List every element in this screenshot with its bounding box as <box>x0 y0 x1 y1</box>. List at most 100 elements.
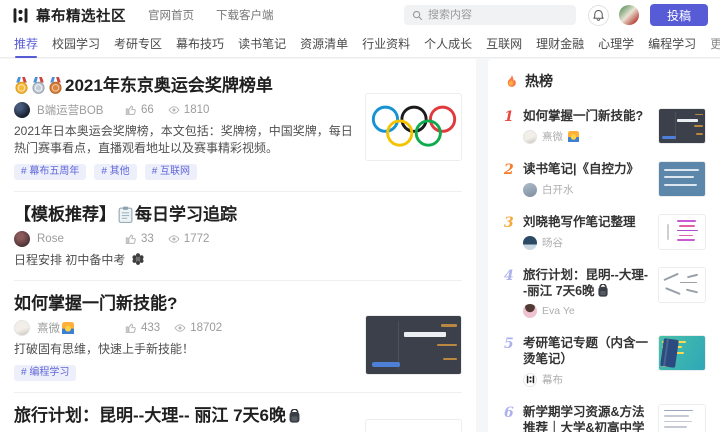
post-olympic-medals: 2021年东京奥运会奖牌榜单 B端运营BOB 66 1810 2021年日本奥运… <box>14 59 462 192</box>
rank-badge: 4 <box>504 268 514 284</box>
dark-app-screenshot <box>366 316 461 374</box>
author-avatar-mubu-logo <box>523 372 537 387</box>
search-input[interactable] <box>428 9 568 21</box>
tab-personal-growth[interactable]: 个人成长 <box>424 30 472 58</box>
link-download-client[interactable]: 下载客户端 <box>216 7 274 23</box>
view-count: 18702 <box>174 322 222 334</box>
post-daily-study-tracker: 【模板推荐】 每日学习追踪 Rose 33 1772 日程安排 初中备中考 <box>14 192 462 281</box>
tab-programming[interactable]: 编程学习 <box>648 30 696 58</box>
views-icon <box>168 234 180 243</box>
tab-mubu-tips[interactable]: 幕布技巧 <box>176 30 224 58</box>
view-count: 1772 <box>168 233 209 245</box>
hot-list-title: 热榜 <box>525 73 553 89</box>
post-travel-plan: 旅行计划：昆明--大理-- 丽江 7天6晚 <box>14 393 462 432</box>
hot-item-title: 读书笔记|《自控力》 <box>523 162 639 176</box>
tab-reading-notes[interactable]: 读书笔记 <box>238 30 286 58</box>
post-meta: Rose 33 1772 <box>14 230 462 247</box>
tab-finance[interactable]: 理财金融 <box>536 30 584 58</box>
backpack-icon <box>289 408 300 423</box>
post-title-text: 每日学习追踪 <box>135 205 237 224</box>
hot-item-thumbnail <box>658 267 706 303</box>
author-name[interactable]: B端运营BOB <box>37 102 125 118</box>
backpack-icon <box>597 283 608 297</box>
hot-item-author: 幕布 <box>523 372 650 387</box>
tag-mubu-5th-anniversary[interactable]: # 幕布五周年 <box>14 164 87 180</box>
author-name[interactable]: 熹微 <box>37 320 125 336</box>
hot-item-4[interactable]: 4 旅行计划：昆明--大理--丽江 7天6晚 Eva Ye <box>504 267 706 318</box>
like-count: 66 <box>125 104 154 116</box>
author-avatar <box>523 182 537 197</box>
mubu-logo-icon <box>526 375 534 384</box>
medal-gold-icon <box>15 77 28 94</box>
post-title-text: 如何掌握一门新技能? <box>14 294 178 313</box>
author-avatar[interactable] <box>14 319 30 336</box>
tab-industry-material[interactable]: 行业资料 <box>362 30 410 58</box>
user-avatar[interactable] <box>619 5 639 25</box>
hot-item-thumbnail <box>658 404 706 432</box>
author-name[interactable]: Rose <box>37 233 125 245</box>
tab-recommend[interactable]: 推荐 <box>14 30 38 58</box>
tag-other[interactable]: # 其他 <box>94 164 137 180</box>
rank-badge: 3 <box>504 215 514 231</box>
post-thumbnail-mindmap[interactable] <box>365 419 462 432</box>
author-avatar <box>523 304 537 318</box>
tab-resource-list[interactable]: 资源清单 <box>300 30 348 58</box>
tag-internet[interactable]: # 互联网 <box>144 164 198 180</box>
views-icon <box>174 323 186 332</box>
post-thumbnail-olympic-rings[interactable] <box>365 93 462 161</box>
olympic-rings-icon <box>371 105 456 147</box>
author-avatar[interactable] <box>14 230 30 247</box>
clipboard-icon <box>118 206 133 223</box>
post-title-text: 2021年东京奥运会奖牌榜单 <box>65 76 273 95</box>
more-tabs-dropdown[interactable]: 更多 ▾ <box>710 35 720 52</box>
sunrise-icon <box>62 321 74 334</box>
submit-post-button[interactable]: 投稿 <box>650 4 708 26</box>
category-tabbar: 推荐 校园学习 考研专区 幕布技巧 读书笔记 资源清单 行业资料 个人成长 互联… <box>0 30 720 58</box>
medal-silver-icon <box>32 77 45 94</box>
post-feed: 2021年东京奥运会奖牌榜单 B端运营BOB 66 1810 2021年日本奥运… <box>0 59 476 432</box>
rank-badge: 5 <box>504 336 514 352</box>
hot-item-author: 熹微 <box>523 129 650 144</box>
tab-kaoyan-zone[interactable]: 考研专区 <box>114 30 162 58</box>
rosette-icon <box>132 253 144 265</box>
hot-item-title: 考研笔记专题（内含一烫笔记） <box>523 336 649 366</box>
hot-item-title: 如何掌握一门新技能? <box>523 109 644 123</box>
post-title-text: 旅行计划：昆明--大理-- 丽江 7天6晚 <box>14 406 286 425</box>
bell-icon <box>593 9 604 21</box>
hot-item-1[interactable]: 1 如何掌握一门新技能? 熹微 <box>504 108 706 144</box>
hot-item-title: 新学期学习资源&方法推荐｜大学&初高中学霸秘籍 <box>523 405 645 432</box>
hot-item-3[interactable]: 3 刘晓艳写作笔记整理 旸谷 <box>504 214 706 250</box>
post-thumbnail-dark-app[interactable] <box>365 315 462 375</box>
like-icon <box>125 323 136 333</box>
hot-item-5[interactable]: 5 考研笔记专题（内含一烫笔记） 幕布 <box>504 335 706 387</box>
sunrise-icon <box>568 131 579 142</box>
hot-list-header: 热榜 <box>504 71 706 91</box>
like-count: 33 <box>125 233 154 245</box>
mindmap-partial <box>366 420 461 432</box>
post-title-prefix: 【模板推荐】 <box>14 205 116 224</box>
search-box[interactable] <box>404 5 576 25</box>
notifications-button[interactable] <box>588 4 609 26</box>
author-avatar <box>523 129 537 144</box>
mubu-community-page: 幕布精选社区 官网首页 下载客户端 投稿 推荐 校园学习 考研专区 幕布技巧 读… <box>0 0 720 432</box>
tag-programming[interactable]: # 编程学习 <box>14 365 77 381</box>
tab-psychology[interactable]: 心理学 <box>598 30 634 58</box>
post-title[interactable]: 【模板推荐】 每日学习追踪 <box>14 204 462 225</box>
hot-item-thumbnail <box>658 335 706 371</box>
hot-item-title: 刘晓艳写作笔记整理 <box>523 215 636 229</box>
hot-item-6[interactable]: 6 新学期学习资源&方法推荐｜大学&初高中学霸秘籍 加油鸭 <box>504 404 706 432</box>
like-count: 433 <box>125 322 160 334</box>
tab-campus-study[interactable]: 校园学习 <box>52 30 100 58</box>
tab-internet[interactable]: 互联网 <box>486 30 522 58</box>
hot-item-thumbnail <box>658 108 706 144</box>
author-avatar <box>523 235 537 250</box>
post-master-new-skill: 如何掌握一门新技能? 熹微 433 18702 打破固有思维，快速上手新技能！ … <box>14 281 462 393</box>
like-icon <box>125 105 136 115</box>
hot-item-2[interactable]: 2 读书笔记|《自控力》 白开水 <box>504 161 706 197</box>
hot-item-author: 旸谷 <box>523 235 650 250</box>
rank-badge: 1 <box>504 109 514 125</box>
post-title[interactable]: 如何掌握一门新技能? <box>14 293 462 314</box>
fire-icon <box>507 74 516 87</box>
link-official-home[interactable]: 官网首页 <box>148 7 194 23</box>
author-avatar[interactable] <box>14 101 30 118</box>
